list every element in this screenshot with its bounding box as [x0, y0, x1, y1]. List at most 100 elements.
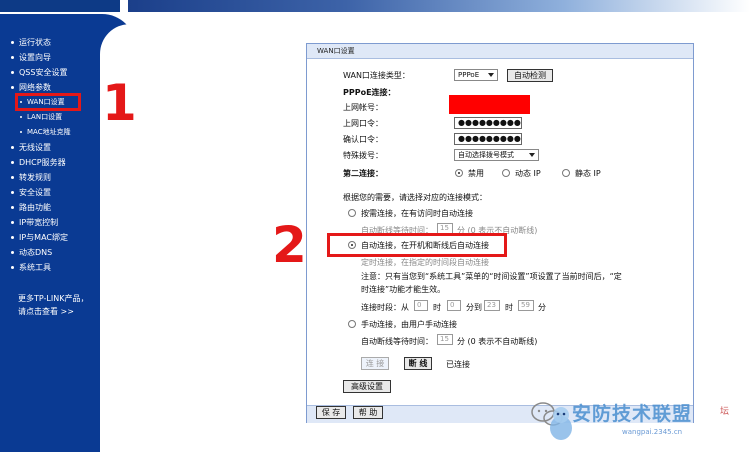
connection-status: 已连接 [446, 360, 470, 369]
mode-demand-radio[interactable] [348, 209, 356, 217]
top-banner [0, 0, 750, 12]
sidebar-item-label: MAC地址克隆 [27, 128, 71, 136]
sidebar-item-label: 设置向导 [19, 52, 51, 62]
mode-demand-label: 按需连接，在有访问时自动连接 [361, 209, 473, 218]
more-products-line2: 请点击查看 >> [18, 307, 74, 316]
second-disabled-radio[interactable] [455, 169, 463, 177]
wan-type-value: PPPoE [458, 71, 480, 79]
sidebar-item-wizard[interactable]: 设置向导 [11, 50, 51, 64]
sidebar-item-bandwidth[interactable]: IP带宽控制 [11, 215, 58, 229]
idle-time-input-2[interactable]: 15 [437, 334, 453, 345]
sidebar-item-label: LAN口设置 [27, 113, 63, 121]
note-line-2: 时连接”功能才能生效。 [361, 285, 446, 294]
bullet-icon [11, 250, 14, 254]
more-products-link[interactable]: 更多TP-LINK产品， 请点击查看 >> [18, 292, 98, 318]
time-from-minute-input[interactable]: 0 [447, 300, 461, 311]
sidebar-item-system-tools[interactable]: 系统工具 [11, 260, 51, 274]
bullet-icon [11, 235, 14, 239]
bullet-icon [11, 160, 14, 164]
auto-detect-button[interactable]: 自动检测 [507, 69, 553, 82]
sidebar-item-label: 运行状态 [19, 37, 51, 47]
note-line-1: 注意：只有当您到“系统工具”菜单的“时间设置”项设置了当前时间后，“定 [361, 272, 622, 281]
time-from-hour-input[interactable]: 0 [414, 300, 428, 311]
time-to-minute-input[interactable]: 59 [518, 300, 534, 311]
disconnect-button[interactable]: 断 线 [404, 357, 432, 370]
watermark-suffix: 坛 [720, 407, 730, 417]
special-dial-value: 自动选择拨号模式 [458, 151, 514, 159]
bullet-icon [20, 116, 22, 118]
sidebar-item-label: 动态DNS [19, 247, 53, 257]
sidebar-item-ddns[interactable]: 动态DNS [11, 245, 52, 259]
sidebar-item-label: 转发规则 [19, 172, 51, 182]
time-minute-unit: 分 [538, 303, 546, 312]
mode-manual-radio[interactable] [348, 320, 356, 328]
bullet-icon [11, 55, 14, 59]
password-field[interactable]: ●●●●●●●●● [454, 117, 522, 129]
mode-timed-label: 定时连接，在指定的时间段自动连接 [361, 258, 489, 267]
sidebar-item-network[interactable]: 网络参数 [11, 80, 51, 94]
second-static-ip-label: 静态 IP [575, 169, 601, 178]
bullet-icon [11, 190, 14, 194]
advanced-settings-button[interactable]: 高级设置 [343, 380, 391, 393]
bullet-icon [11, 265, 14, 269]
time-to-hour-input[interactable]: 23 [484, 300, 500, 311]
bullet-icon [11, 220, 14, 224]
sidebar-item-ip-mac-binding[interactable]: IP与MAC绑定 [11, 230, 68, 244]
idle-time-label-2: 自动断线等待时间： [361, 337, 433, 346]
sidebar-item-status[interactable]: 运行状态 [11, 35, 51, 49]
sidebar-item-label: 网络参数 [19, 82, 51, 92]
sidebar-item-label: IP带宽控制 [19, 217, 59, 227]
connect-button[interactable]: 连 接 [361, 357, 389, 370]
sidebar-item-label: 无线设置 [19, 142, 51, 152]
confirm-password-field[interactable]: ●●●●●●●●● [454, 133, 522, 145]
wan-type-select[interactable]: PPPoE [454, 69, 498, 81]
banner-graphic [128, 0, 750, 12]
mode-prompt: 根据您的需要，请选择对应的连接模式： [343, 193, 487, 202]
pppoe-header: PPPoE连接： [343, 88, 396, 97]
bullet-icon [11, 85, 14, 89]
bullet-icon [11, 175, 14, 179]
sidebar-item-wireless[interactable]: 无线设置 [11, 140, 51, 154]
wan-type-label: WAN口连接类型： [343, 71, 410, 80]
second-connection-label: 第二连接： [343, 169, 383, 178]
sidebar-item-label: 路由功能 [19, 202, 51, 212]
watermark-title: 安防技术联盟 [572, 403, 693, 425]
confirm-password-label: 确认口令： [343, 135, 383, 144]
panel-title: WAN口设置 [307, 44, 693, 59]
bullet-icon [11, 40, 14, 44]
special-dial-label: 特殊拨号： [343, 151, 383, 160]
sidebar-item-routing[interactable]: 路由功能 [11, 200, 51, 214]
bullet-icon [11, 145, 14, 149]
banner-left [0, 0, 120, 12]
save-button[interactable]: 保 存 [316, 406, 346, 419]
sidebar-item-dhcp[interactable]: DHCP服务器 [11, 155, 66, 169]
time-to-label: 分到 [466, 303, 482, 312]
bullet-icon [11, 70, 14, 74]
sidebar-item-security[interactable]: 安全设置 [11, 185, 51, 199]
sidebar-item-label: QSS安全设置 [19, 67, 68, 77]
chevron-down-icon [488, 73, 494, 77]
second-disabled-label: 禁用 [468, 169, 484, 178]
step-1-marker: 1 [102, 74, 137, 132]
step-2-marker: 2 [272, 216, 307, 274]
special-dial-select[interactable]: 自动选择拨号模式 [454, 149, 539, 161]
password-label: 上网口令： [343, 119, 383, 128]
sidebar-item-qss[interactable]: QSS安全设置 [11, 65, 67, 79]
account-label: 上网帐号： [343, 103, 383, 112]
idle-time-suffix-2: 分 (0 表示不自动断线) [457, 337, 538, 346]
sidebar-item-label: 安全设置 [19, 187, 51, 197]
bullet-icon [11, 205, 14, 209]
sidebar-item-mac-clone[interactable]: MAC地址克隆 [20, 125, 71, 139]
bullet-icon [20, 131, 22, 133]
sidebar-item-label: IP与MAC绑定 [19, 232, 69, 242]
help-button[interactable]: 帮 助 [353, 406, 383, 419]
mode-manual-label: 手动连接，由用户手动连接 [361, 320, 457, 329]
second-dynamic-ip-radio[interactable] [502, 169, 510, 177]
auto-connect-highlight-box [327, 233, 507, 257]
sidebar-item-lan[interactable]: LAN口设置 [20, 110, 62, 124]
wan-highlight-box [15, 93, 81, 111]
account-redaction [449, 95, 530, 114]
sidebar-item-forwarding[interactable]: 转发规则 [11, 170, 51, 184]
second-static-ip-radio[interactable] [562, 169, 570, 177]
more-products-line1: 更多TP-LINK产品， [18, 294, 89, 303]
